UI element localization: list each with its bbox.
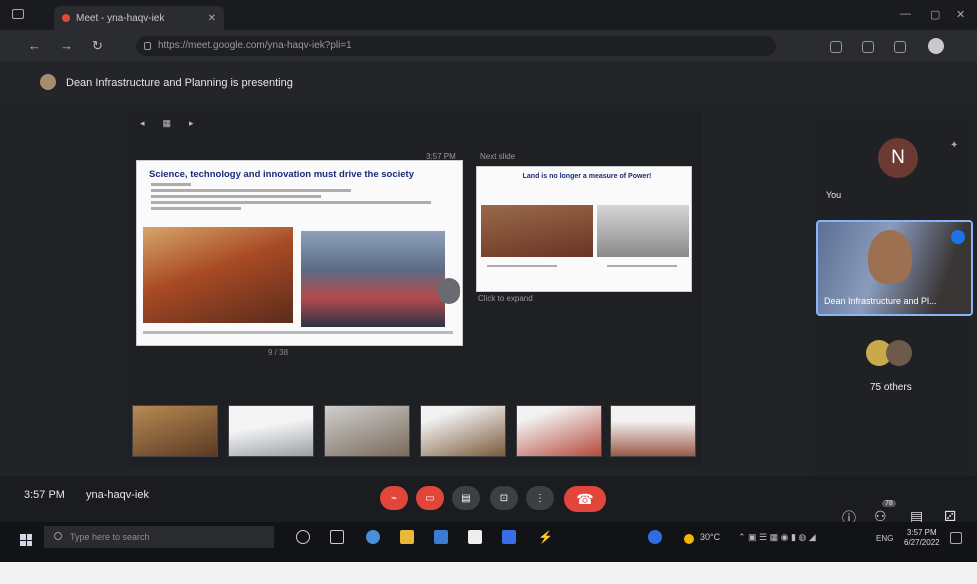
current-slide[interactable]: Science, technology and innovation must … xyxy=(136,160,463,346)
slide-photo-crowd xyxy=(301,231,445,327)
task-view-icon[interactable] xyxy=(330,530,344,544)
click-to-expand[interactable]: Click to expand xyxy=(478,294,533,303)
weather-icon xyxy=(684,534,694,544)
amazon-icon[interactable] xyxy=(468,530,482,544)
present-icon[interactable]: ⊡ xyxy=(490,486,518,510)
forward-icon[interactable]: → xyxy=(60,38,73,53)
browser-tab[interactable]: Meet - yna-haqv-iek ✕ xyxy=(54,6,224,30)
bolt-icon[interactable]: ⚡ xyxy=(538,530,553,544)
slide-photo-monks xyxy=(143,227,293,323)
lock-icon xyxy=(144,42,151,50)
next-slide-photo-b xyxy=(597,205,689,257)
language-indicator[interactable]: ENG xyxy=(876,534,893,543)
filmstrip-thumb[interactable] xyxy=(516,405,602,457)
tab-title: Meet - yna-haqv-iek xyxy=(76,12,165,24)
next-caption-b xyxy=(607,265,677,267)
slide-grid-icon[interactable]: ▦ xyxy=(163,118,172,129)
weather-text[interactable]: 30°C xyxy=(700,532,720,542)
cortana-icon[interactable] xyxy=(296,530,310,544)
others-avatars[interactable] xyxy=(866,340,926,370)
close-window-icon[interactable]: ✕ xyxy=(956,8,965,21)
slide-next-icon[interactable]: ▸ xyxy=(189,118,194,129)
filmstrip-thumb[interactable] xyxy=(420,405,506,457)
browser-tabbar: Meet - yna-haqv-iek ✕ — ▢ ✕ xyxy=(0,0,977,30)
meeting-time: 3:57 PM xyxy=(24,489,65,501)
page-indicator: 9 / 38 xyxy=(268,348,289,357)
filmstrip-thumb[interactable] xyxy=(324,405,410,457)
pin-icon[interactable]: ✦ xyxy=(950,140,958,151)
store-icon[interactable] xyxy=(434,530,448,544)
close-tab-icon[interactable]: ✕ xyxy=(208,13,216,24)
slide-toolbar: ◂ ▦ ▸ xyxy=(140,118,194,129)
maximize-icon[interactable]: ▢ xyxy=(930,8,940,21)
hangup-icon[interactable]: ☎ xyxy=(564,486,606,512)
presenter-avatar xyxy=(40,74,56,90)
presenting-bar: Dean Infrastructure and Planning is pres… xyxy=(0,62,977,104)
address-bar-row: ← → ↻ https://meet.google.com/yna-haqv-i… xyxy=(0,30,977,62)
search-placeholder: Type here to search xyxy=(70,532,150,542)
back-icon[interactable]: ← xyxy=(28,38,41,53)
file-explorer-icon[interactable] xyxy=(400,530,414,544)
edge-icon[interactable] xyxy=(366,530,380,544)
photo-border xyxy=(0,562,977,584)
slide-prev-icon[interactable]: ◂ xyxy=(140,118,145,129)
presenting-text: Dean Infrastructure and Planning is pres… xyxy=(66,77,293,89)
people-count-badge: 78 xyxy=(882,500,896,507)
mic-off-icon[interactable]: ⌁ xyxy=(380,486,408,510)
screen: Meet - yna-haqv-iek ✕ — ▢ ✕ ← → ↻ https:… xyxy=(0,0,977,584)
next-slide-label: Next slide xyxy=(480,152,516,161)
puzzle-icon[interactable] xyxy=(894,41,906,53)
more-icon[interactable]: ⋮ xyxy=(526,486,554,510)
meet-favicon-icon xyxy=(62,14,70,22)
next-slide-title: Land is no longer a measure of Power! xyxy=(522,173,652,180)
profile-avatar[interactable] xyxy=(928,38,944,54)
slide-footer-text xyxy=(143,331,453,334)
slide-nav-chevron-icon[interactable] xyxy=(438,278,460,304)
system-tray-icons[interactable]: ⌃ ▣ ☰ ▦ ◉ ▮ ◍ ◢ xyxy=(738,532,816,543)
next-slide-preview[interactable]: Land is no longer a measure of Power! xyxy=(476,166,692,292)
meeting-code: yna-haqv-iek xyxy=(86,489,149,501)
speaking-indicator-icon xyxy=(951,230,965,244)
current-slide-title: Science, technology and innovation must … xyxy=(149,169,415,180)
filmstrip-thumb[interactable] xyxy=(228,405,314,457)
self-label: You xyxy=(826,190,842,200)
slide-filmstrip xyxy=(132,405,702,465)
self-avatar[interactable]: N xyxy=(878,138,918,178)
dropbox-icon[interactable] xyxy=(502,530,516,544)
presenter-video xyxy=(868,230,912,284)
url-text: https://meet.google.com/yna-haqv-iek?pli… xyxy=(158,40,352,51)
filmstrip-thumb[interactable] xyxy=(610,405,696,457)
camera-off-icon[interactable]: ▭ xyxy=(416,486,444,510)
clock-date: 6/27/2022 xyxy=(904,538,940,547)
search-icon xyxy=(54,532,62,540)
presenter-tile[interactable]: Dean Infrastructure and Pl... xyxy=(816,220,973,316)
chrome-icon[interactable] xyxy=(648,530,662,544)
others-count: 75 others xyxy=(870,382,912,393)
presenter-name: Dean Infrastructure and Pl... xyxy=(824,296,937,306)
filmstrip-thumb[interactable] xyxy=(132,405,218,457)
notification-icon[interactable] xyxy=(950,532,962,544)
avatar xyxy=(886,340,912,366)
slide-body-text xyxy=(151,183,451,213)
captions-icon[interactable]: ▤ xyxy=(452,486,480,510)
reload-icon[interactable]: ↻ xyxy=(92,38,103,54)
minimize-icon[interactable]: — xyxy=(900,8,911,20)
taskbar-search[interactable]: Type here to search xyxy=(44,526,274,548)
extension-icon[interactable] xyxy=(830,41,842,53)
taskbar-clock[interactable]: 3:57 PM 6/27/2022 xyxy=(904,528,940,548)
window-icon[interactable] xyxy=(12,9,24,19)
windows-start-icon[interactable] xyxy=(20,534,32,546)
next-caption-a xyxy=(487,265,557,267)
next-slide-photo-a xyxy=(481,205,593,257)
clock-time: 3:57 PM xyxy=(906,528,937,537)
bookmark-icon[interactable] xyxy=(862,41,874,53)
url-field[interactable]: https://meet.google.com/yna-haqv-iek?pli… xyxy=(136,36,776,56)
